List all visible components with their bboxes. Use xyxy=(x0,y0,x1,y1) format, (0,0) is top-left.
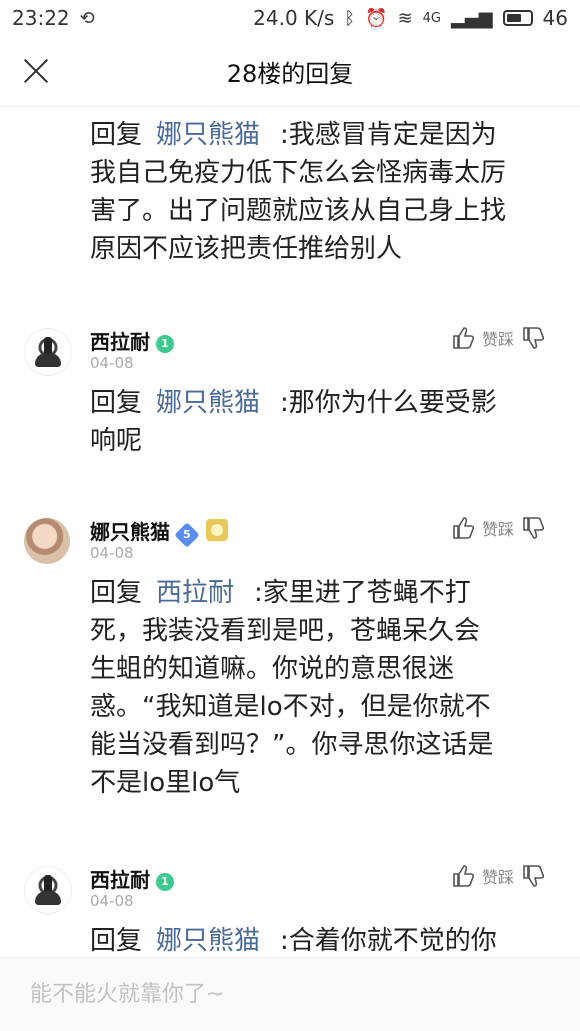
reply-list: 回复 娜只熊猫:我感冒肯定是因为 我自己免疫力低下怎么会怪病毒太厉 害了。出了问题… xyxy=(0,106,580,957)
comment-line: 原因不应该把责任推给别人 xyxy=(90,234,403,264)
comment-text: 回复 娜只熊猫 :合着你就不觉的你 xyxy=(90,922,560,957)
medal-icon xyxy=(206,519,228,541)
thumbs-up-icon[interactable] xyxy=(452,864,474,888)
vote-label: 赞踩 xyxy=(482,868,515,887)
mention-link[interactable]: 娜只熊猫 xyxy=(156,926,260,956)
comment-line: :合着你就不觉的你 xyxy=(280,926,497,956)
comment-line: 惑。“我知道是lo不对，但是你就不 xyxy=(90,692,491,722)
thumbs-down-icon[interactable] xyxy=(522,326,545,350)
comment-date: 04-08 xyxy=(90,354,134,372)
reply-input[interactable] xyxy=(28,981,552,1008)
vote-controls: 赞踩 xyxy=(452,516,545,540)
comment-text: 回复 娜只熊猫 :我感冒肯定是因为 我自己免疫力低下怎么会怪病毒太厉 害了。出了问题… xyxy=(90,116,560,268)
thumbs-down-icon[interactable] xyxy=(522,516,545,540)
comment-date: 04-08 xyxy=(90,544,134,562)
comment-line: 害了。出了问题就应该从自己身上找 xyxy=(90,196,507,226)
comment-line: :我感冒肯定是因为 xyxy=(280,120,497,150)
comment-line: 能当没看到吗？”。你寻思你这话是 xyxy=(90,730,494,760)
status-time: 23:22 xyxy=(12,6,70,30)
title-bar: 28楼的回复 xyxy=(0,36,580,107)
mention-link[interactable]: 娜只熊猫 xyxy=(156,388,260,418)
battery-icon xyxy=(502,10,533,26)
reply-prefix: 回复 xyxy=(90,926,143,956)
level-badge: 1 xyxy=(156,335,174,353)
network-speed: 24.0 K/s xyxy=(253,6,335,30)
signal-label: 4G xyxy=(422,10,442,26)
reply-prefix: 回复 xyxy=(90,388,143,418)
avatar[interactable] xyxy=(24,518,70,564)
battery-level: 46 xyxy=(542,6,568,30)
mention-link[interactable]: 娜只熊猫 xyxy=(156,120,260,150)
username[interactable]: 西拉耐 1 xyxy=(90,864,174,893)
comment-line: 响呢 xyxy=(90,426,143,456)
status-bar: 23:22 ⟲ 24.0 K/s ᛒ ⏰ ≋ 4G ▂▄▆ 46 xyxy=(0,0,580,36)
avatar[interactable] xyxy=(24,866,72,914)
reply-input-bar xyxy=(0,957,580,1031)
comment-line: :家里进了苍蝇不打 xyxy=(254,578,471,608)
reply-prefix: 回复 xyxy=(90,578,143,608)
comment-line: 不是lo里lo气 xyxy=(90,768,241,798)
comment-line: :那你为什么要受影 xyxy=(280,388,497,418)
comment-text: 回复 西拉耐 :家里进了苍蝇不打 死，我装没看到是吧，苍蝇呆久会 生蛆的知道嘛。你说… xyxy=(90,574,560,802)
vote-controls: 赞踩 xyxy=(452,864,545,888)
sync-icon: ⟲ xyxy=(79,7,95,29)
alarm-icon: ⏰ xyxy=(365,7,388,29)
thumbs-up-icon[interactable] xyxy=(452,516,474,540)
wifi-icon: ≋ xyxy=(397,7,413,29)
username[interactable]: 娜只熊猫 5 xyxy=(90,516,228,548)
vote-controls: 赞踩 xyxy=(452,326,545,350)
level-badge: 1 xyxy=(156,873,174,891)
comment-line: 生蛆的知道嘛。你说的意思很迷 xyxy=(90,654,455,684)
vote-label: 赞踩 xyxy=(482,330,515,349)
comment-line: 死，我装没看到是吧，苍蝇呆久会 xyxy=(90,616,481,646)
avatar[interactable] xyxy=(24,328,72,376)
vote-label: 赞踩 xyxy=(482,520,515,539)
mention-link[interactable]: 西拉耐 xyxy=(156,578,234,608)
comment-date: 04-08 xyxy=(90,892,134,910)
thumbs-down-icon[interactable] xyxy=(522,864,545,888)
thumbs-up-icon[interactable] xyxy=(452,326,474,350)
comment-text: 回复 娜只熊猫 :那你为什么要受影 响呢 xyxy=(90,384,560,460)
username[interactable]: 西拉耐 1 xyxy=(90,326,174,355)
reply-prefix: 回复 xyxy=(90,120,143,150)
bluetooth-icon: ᛒ xyxy=(344,7,356,29)
page-title: 28楼的回复 xyxy=(226,59,354,88)
level-badge: 5 xyxy=(174,522,200,548)
comment-line: 我自己免疫力低下怎么会怪病毒太厉 xyxy=(90,158,507,188)
close-icon[interactable] xyxy=(20,55,52,87)
signal-icon: ▂▄▆ xyxy=(451,7,493,29)
